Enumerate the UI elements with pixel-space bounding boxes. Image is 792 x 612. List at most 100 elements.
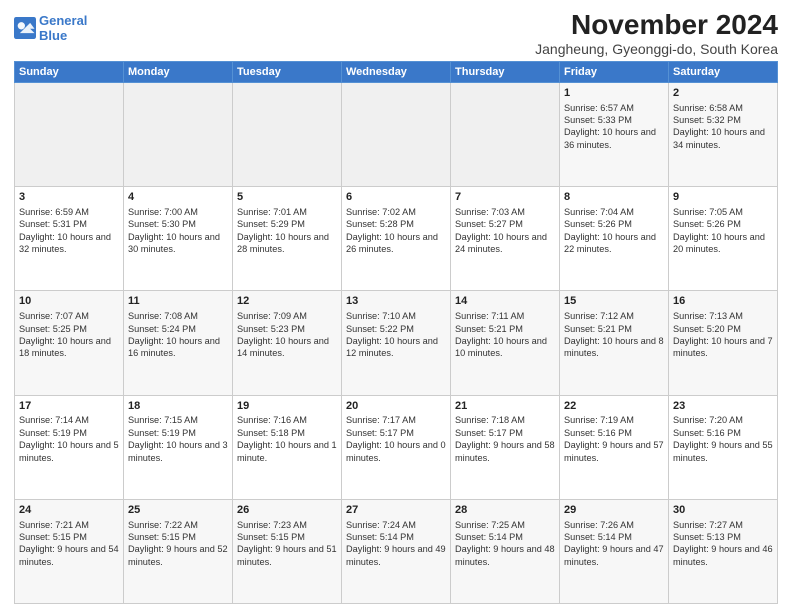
day-info: Sunset: 5:26 PM: [673, 218, 773, 230]
day-info: Sunrise: 7:23 AM: [237, 519, 337, 531]
day-info: Sunset: 5:15 PM: [19, 531, 119, 543]
calendar-cell: 15Sunrise: 7:12 AMSunset: 5:21 PMDayligh…: [560, 291, 669, 395]
calendar-cell: 24Sunrise: 7:21 AMSunset: 5:15 PMDayligh…: [15, 499, 124, 603]
month-title: November 2024: [535, 10, 778, 41]
calendar-cell: 26Sunrise: 7:23 AMSunset: 5:15 PMDayligh…: [233, 499, 342, 603]
weekday-header-sunday: Sunday: [15, 61, 124, 82]
day-info: Daylight: 10 hours and 26 minutes.: [346, 231, 446, 256]
day-info: Daylight: 10 hours and 28 minutes.: [237, 231, 337, 256]
calendar-cell: 27Sunrise: 7:24 AMSunset: 5:14 PMDayligh…: [342, 499, 451, 603]
day-number: 20: [346, 399, 446, 414]
day-info: Sunrise: 6:57 AM: [564, 102, 664, 114]
day-info: Daylight: 10 hours and 24 minutes.: [455, 231, 555, 256]
day-info: Sunset: 5:16 PM: [564, 427, 664, 439]
day-number: 9: [673, 190, 773, 205]
calendar-cell: [233, 82, 342, 186]
day-info: Daylight: 10 hours and 12 minutes.: [346, 335, 446, 360]
calendar-cell: 22Sunrise: 7:19 AMSunset: 5:16 PMDayligh…: [560, 395, 669, 499]
weekday-header-monday: Monday: [124, 61, 233, 82]
calendar-cell: 8Sunrise: 7:04 AMSunset: 5:26 PMDaylight…: [560, 187, 669, 291]
logo: General Blue: [14, 14, 87, 44]
weekday-header-friday: Friday: [560, 61, 669, 82]
calendar-cell: 6Sunrise: 7:02 AMSunset: 5:28 PMDaylight…: [342, 187, 451, 291]
day-info: Sunset: 5:21 PM: [455, 323, 555, 335]
day-number: 18: [128, 399, 228, 414]
calendar-table: SundayMondayTuesdayWednesdayThursdayFrid…: [14, 61, 778, 604]
day-info: Sunrise: 7:22 AM: [128, 519, 228, 531]
day-info: Sunrise: 7:09 AM: [237, 310, 337, 322]
calendar-cell: 30Sunrise: 7:27 AMSunset: 5:13 PMDayligh…: [669, 499, 778, 603]
day-number: 8: [564, 190, 664, 205]
day-info: Daylight: 10 hours and 0 minutes.: [346, 439, 446, 464]
day-info: Sunset: 5:33 PM: [564, 114, 664, 126]
calendar-cell: 23Sunrise: 7:20 AMSunset: 5:16 PMDayligh…: [669, 395, 778, 499]
day-info: Daylight: 10 hours and 3 minutes.: [128, 439, 228, 464]
calendar-cell: 4Sunrise: 7:00 AMSunset: 5:30 PMDaylight…: [124, 187, 233, 291]
day-info: Daylight: 10 hours and 34 minutes.: [673, 126, 773, 151]
day-number: 28: [455, 503, 555, 518]
day-info: Daylight: 10 hours and 1 minute.: [237, 439, 337, 464]
location-subtitle: Jangheung, Gyeonggi-do, South Korea: [535, 41, 778, 57]
calendar-week-3: 17Sunrise: 7:14 AMSunset: 5:19 PMDayligh…: [15, 395, 778, 499]
day-number: 16: [673, 294, 773, 309]
day-info: Sunset: 5:16 PM: [673, 427, 773, 439]
day-number: 24: [19, 503, 119, 518]
calendar-cell: 9Sunrise: 7:05 AMSunset: 5:26 PMDaylight…: [669, 187, 778, 291]
day-info: Daylight: 10 hours and 18 minutes.: [19, 335, 119, 360]
day-info: Sunset: 5:23 PM: [237, 323, 337, 335]
calendar-cell: 12Sunrise: 7:09 AMSunset: 5:23 PMDayligh…: [233, 291, 342, 395]
day-info: Daylight: 9 hours and 54 minutes.: [19, 543, 119, 568]
calendar-cell: 10Sunrise: 7:07 AMSunset: 5:25 PMDayligh…: [15, 291, 124, 395]
calendar-cell: 29Sunrise: 7:26 AMSunset: 5:14 PMDayligh…: [560, 499, 669, 603]
day-info: Sunset: 5:19 PM: [19, 427, 119, 439]
day-number: 22: [564, 399, 664, 414]
day-number: 26: [237, 503, 337, 518]
day-number: 17: [19, 399, 119, 414]
calendar-cell: 3Sunrise: 6:59 AMSunset: 5:31 PMDaylight…: [15, 187, 124, 291]
day-info: Sunset: 5:17 PM: [455, 427, 555, 439]
calendar-cell: 5Sunrise: 7:01 AMSunset: 5:29 PMDaylight…: [233, 187, 342, 291]
day-info: Sunrise: 7:05 AM: [673, 206, 773, 218]
day-number: 5: [237, 190, 337, 205]
weekday-header-thursday: Thursday: [451, 61, 560, 82]
day-info: Sunset: 5:26 PM: [564, 218, 664, 230]
day-info: Sunrise: 7:12 AM: [564, 310, 664, 322]
day-info: Sunrise: 7:20 AM: [673, 414, 773, 426]
calendar-cell: 2Sunrise: 6:58 AMSunset: 5:32 PMDaylight…: [669, 82, 778, 186]
day-number: 6: [346, 190, 446, 205]
day-info: Daylight: 10 hours and 16 minutes.: [128, 335, 228, 360]
day-info: Daylight: 9 hours and 58 minutes.: [455, 439, 555, 464]
calendar-cell: 17Sunrise: 7:14 AMSunset: 5:19 PMDayligh…: [15, 395, 124, 499]
day-number: 29: [564, 503, 664, 518]
day-info: Sunset: 5:32 PM: [673, 114, 773, 126]
day-number: 3: [19, 190, 119, 205]
logo-text: General Blue: [39, 14, 87, 44]
logo-line1: General: [39, 13, 87, 28]
calendar-header: SundayMondayTuesdayWednesdayThursdayFrid…: [15, 61, 778, 82]
day-info: Sunset: 5:14 PM: [346, 531, 446, 543]
day-info: Sunset: 5:20 PM: [673, 323, 773, 335]
calendar-cell: [15, 82, 124, 186]
day-info: Daylight: 9 hours and 51 minutes.: [237, 543, 337, 568]
day-info: Sunrise: 7:04 AM: [564, 206, 664, 218]
day-number: 14: [455, 294, 555, 309]
calendar-week-2: 10Sunrise: 7:07 AMSunset: 5:25 PMDayligh…: [15, 291, 778, 395]
calendar-cell: 7Sunrise: 7:03 AMSunset: 5:27 PMDaylight…: [451, 187, 560, 291]
day-info: Sunrise: 7:03 AM: [455, 206, 555, 218]
day-info: Sunrise: 7:11 AM: [455, 310, 555, 322]
day-number: 15: [564, 294, 664, 309]
calendar-cell: [124, 82, 233, 186]
day-info: Sunset: 5:27 PM: [455, 218, 555, 230]
day-info: Sunset: 5:14 PM: [564, 531, 664, 543]
header: General Blue November 2024 Jangheung, Gy…: [14, 10, 778, 57]
day-info: Daylight: 9 hours and 48 minutes.: [455, 543, 555, 568]
day-info: Sunrise: 7:10 AM: [346, 310, 446, 322]
day-info: Sunrise: 7:15 AM: [128, 414, 228, 426]
day-info: Daylight: 10 hours and 5 minutes.: [19, 439, 119, 464]
day-number: 21: [455, 399, 555, 414]
day-info: Sunrise: 7:16 AM: [237, 414, 337, 426]
day-info: Sunrise: 7:24 AM: [346, 519, 446, 531]
day-number: 23: [673, 399, 773, 414]
weekday-header-tuesday: Tuesday: [233, 61, 342, 82]
calendar-week-4: 24Sunrise: 7:21 AMSunset: 5:15 PMDayligh…: [15, 499, 778, 603]
